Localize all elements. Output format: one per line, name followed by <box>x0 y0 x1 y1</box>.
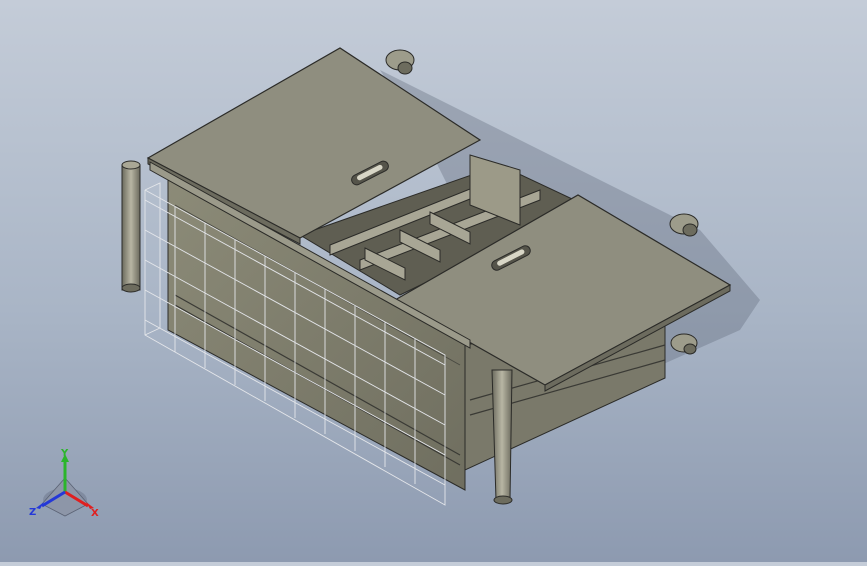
y-axis-label: Y <box>60 448 69 459</box>
x-axis-label: X <box>91 508 99 519</box>
model-render[interactable] <box>0 0 867 562</box>
z-axis-label: Z <box>29 507 36 518</box>
axis-triad[interactable]: Y X Z <box>28 448 102 522</box>
back-handle-left <box>385 49 415 75</box>
3d-viewport[interactable]: Y X Z <box>0 0 867 562</box>
leg-front-left <box>121 160 141 293</box>
leg-front-right <box>491 369 513 505</box>
